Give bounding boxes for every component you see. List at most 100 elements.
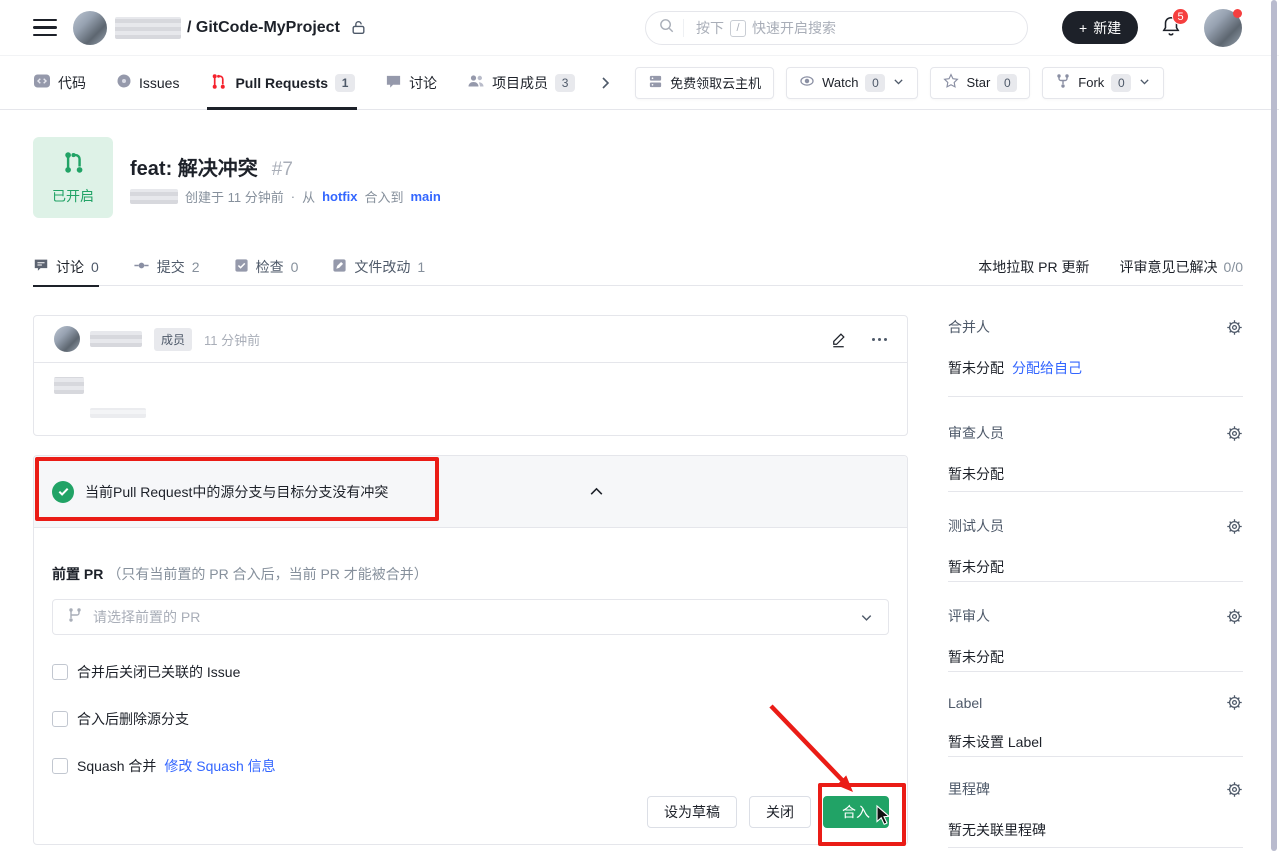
star-count: 0	[997, 74, 1017, 92]
tester-settings-gear-icon[interactable]	[1226, 518, 1243, 535]
merge-button[interactable]: 合入	[823, 796, 889, 828]
delete-branch-checkbox[interactable]	[52, 711, 68, 727]
notifications-button[interactable]: 5	[1160, 15, 1186, 41]
source-branch-link[interactable]: hotfix	[322, 189, 357, 204]
avatar-status-dot	[1233, 9, 1242, 18]
pr-count-badge: 1	[335, 74, 355, 92]
sidebar-section-label: Label 暂未设置 Label	[948, 672, 1243, 757]
assign-to-me-link[interactable]: 分配给自己	[1012, 358, 1082, 378]
pr-tab-files-changed[interactable]: 文件改动 1	[332, 248, 425, 286]
lock-icon	[350, 19, 367, 36]
target-branch-link[interactable]: main	[411, 189, 441, 204]
comment-avatar[interactable]	[54, 326, 80, 352]
notification-count-badge: 5	[1172, 8, 1189, 25]
merge-panel-body: 前置 PR （只有当前置的 PR 合入后，当前 PR 才能被合并） 请选择前置的…	[34, 528, 907, 846]
new-button[interactable]: + 新建	[1062, 11, 1138, 44]
sidebar-section-tester: 测试人员 暂未分配	[948, 492, 1243, 582]
prereq-pr-hint: （只有当前置的 PR 合入后，当前 PR 才能被合并）	[107, 564, 427, 584]
no-conflict-message: 当前Pull Request中的源分支与目标分支没有冲突	[85, 482, 388, 502]
issues-icon	[116, 73, 132, 92]
close-issue-checkbox[interactable]	[52, 664, 68, 680]
edit-squash-link[interactable]: 修改 Squash 信息	[164, 756, 275, 776]
more-actions-button[interactable]	[872, 338, 887, 341]
tab-issues[interactable]: Issues	[116, 56, 179, 110]
assessor-settings-gear-icon[interactable]	[1226, 608, 1243, 625]
squash-checkbox[interactable]	[52, 758, 68, 774]
pr-status-icon	[60, 149, 87, 181]
gitcode-pr-page: / GitCode-MyProject 按下 / 快速开启搜索 + 新建	[0, 0, 1279, 851]
free-cloud-host-button[interactable]: 免费领取云主机	[635, 67, 774, 99]
search-placeholder: 按下 / 快速开启搜索	[696, 18, 836, 38]
pr-title: feat: 解决冲突	[130, 152, 258, 181]
commit-icon	[133, 257, 150, 277]
close-pr-button[interactable]: 关闭	[749, 796, 811, 828]
star-button[interactable]: Star 0	[930, 67, 1030, 99]
slash-keycap: /	[730, 20, 746, 37]
sidebar-section-reviewer-staff: 审查人员 暂未分配	[948, 397, 1243, 492]
set-draft-button[interactable]: 设为草稿	[647, 796, 737, 828]
cloud-host-icon	[648, 74, 663, 92]
pull-request-icon	[209, 72, 228, 94]
prereq-pr-label: 前置 PR	[52, 564, 103, 584]
collapse-chevron-icon[interactable]	[588, 483, 605, 500]
tab-members[interactable]: 项目成员 3	[467, 56, 575, 110]
success-check-icon	[52, 481, 74, 503]
pr-number: #7	[272, 159, 293, 181]
star-icon	[943, 73, 959, 92]
review-resolved: 评审意见已解决0/0	[1120, 257, 1243, 277]
repo-nav: 代码 Issues Pull Requests 1 讨论	[0, 56, 1279, 110]
user-avatar[interactable]	[1204, 9, 1242, 47]
merger-settings-gear-icon[interactable]	[1226, 319, 1243, 336]
top-header: / GitCode-MyProject 按下 / 快速开启搜索 + 新建	[0, 0, 1279, 56]
tab-pull-requests[interactable]: Pull Requests 1	[209, 56, 355, 110]
search-icon	[658, 17, 675, 39]
comment-body	[34, 363, 907, 432]
watch-button[interactable]: Watch 0	[786, 67, 918, 99]
label-settings-gear-icon[interactable]	[1226, 694, 1243, 711]
active-tab-underline	[207, 107, 357, 110]
pr-tab-underline	[33, 285, 99, 287]
merge-status-header: 当前Pull Request中的源分支与目标分支没有冲突	[34, 456, 907, 528]
branch-icon	[67, 607, 83, 628]
review-resolved-count: 0/0	[1224, 259, 1243, 275]
comment-icon	[33, 257, 49, 276]
prereq-pr-placeholder: 请选择前置的 PR	[93, 607, 200, 627]
pr-tab-bar: 讨论 0 提交 2 检查 0 文件改动 1 本地拉取 PR 更新	[33, 248, 1243, 286]
owner-name-blurred	[115, 17, 181, 39]
merge-panel: 当前Pull Request中的源分支与目标分支没有冲突 前置 PR （只有当前…	[33, 455, 908, 845]
vertical-scrollbar[interactable]	[1271, 0, 1277, 851]
prereq-pr-select[interactable]: 请选择前置的 PR	[52, 599, 889, 635]
sidebar-section-milestone: 里程碑 暂无关联里程碑	[948, 757, 1243, 848]
search-input[interactable]: 按下 / 快速开启搜索	[645, 11, 1028, 45]
sidebar-section-assessor: 评审人 暂未分配	[948, 582, 1243, 672]
comment-header: 成员 11 分钟前	[34, 316, 907, 363]
tab-discussion[interactable]: 讨论	[385, 56, 437, 110]
pr-tab-discussion[interactable]: 讨论 0	[33, 248, 99, 286]
watch-icon	[799, 73, 815, 92]
squash-option: Squash 合并 修改 Squash 信息	[52, 756, 889, 776]
milestone-settings-gear-icon[interactable]	[1226, 781, 1243, 798]
tab-code[interactable]: 代码	[33, 56, 86, 110]
select-chevron-icon	[859, 610, 874, 625]
pr-tab-commits[interactable]: 提交 2	[133, 248, 200, 286]
hamburger-menu-icon[interactable]	[33, 19, 57, 37]
watch-count: 0	[865, 74, 885, 92]
comment-text-blurred-2	[90, 408, 146, 418]
pr-tab-checks[interactable]: 检查 0	[234, 248, 299, 286]
local-pull-link[interactable]: 本地拉取 PR 更新	[978, 257, 1089, 277]
comment-text-blurred	[54, 377, 84, 394]
watch-chevron-icon	[892, 75, 905, 91]
pr-author-blurred	[130, 189, 178, 204]
reviewer-settings-gear-icon[interactable]	[1226, 425, 1243, 442]
check-square-icon	[234, 258, 249, 276]
nav-more-chevron[interactable]	[597, 75, 613, 91]
breadcrumb[interactable]: / GitCode-MyProject	[187, 19, 340, 37]
edit-comment-button[interactable]	[829, 330, 848, 349]
bell-icon	[1160, 24, 1182, 41]
discussion-icon	[385, 73, 402, 93]
close-issue-option: 合并后关闭已关联的 Issue	[52, 662, 889, 682]
pr-meta: 创建于 11 分钟前 · 从 hotfix 合入到 main	[130, 187, 441, 206]
owner-avatar[interactable]	[73, 11, 107, 45]
code-icon	[33, 72, 51, 93]
fork-button[interactable]: Fork 0	[1042, 67, 1164, 99]
